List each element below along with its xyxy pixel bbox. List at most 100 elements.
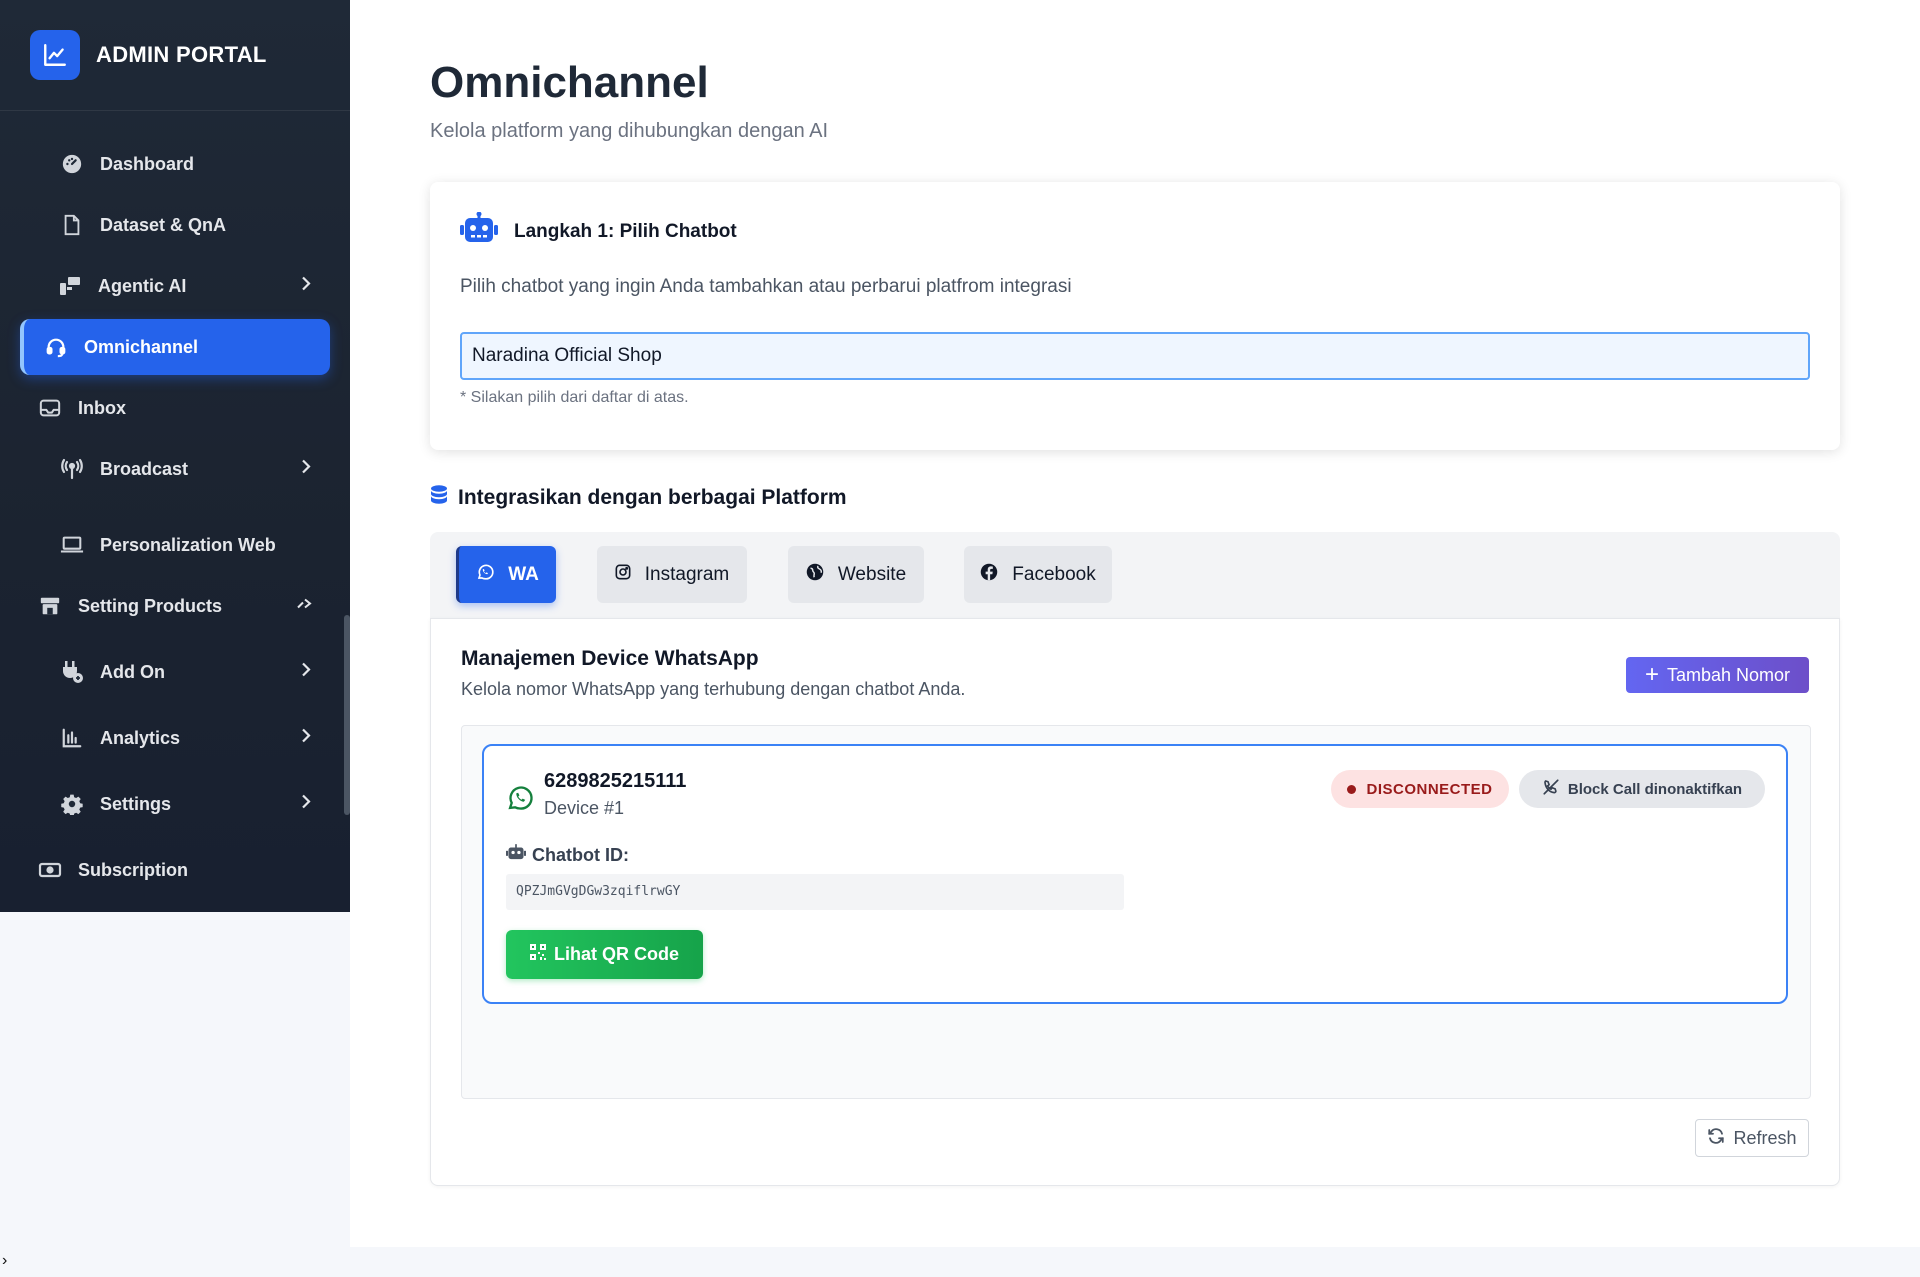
status-dot-icon [1347,784,1357,794]
sidebar-item-label: Inbox [78,397,126,418]
tab-label: WA [508,563,539,585]
sidebar-item-setting-products[interactable]: Setting Products [20,578,330,634]
refresh-icon [1707,1127,1725,1150]
step1-header: Langkah 1: Pilih Chatbot [460,211,737,251]
refresh-label: Refresh [1733,1127,1797,1148]
status-text: DISCONNECTED [1366,780,1493,798]
sidebar-item-add-on[interactable]: Add On [20,644,330,700]
headset-icon [44,335,68,359]
sidebar-item-label: Dashboard [100,153,195,174]
money-icon [38,858,62,882]
tab-label: Website [837,563,907,585]
view-qr-button[interactable]: Lihat QR Code [506,930,703,979]
step1-title: Langkah 1: Pilih Chatbot [514,220,737,242]
refresh-button[interactable]: Refresh [1695,1119,1809,1157]
phone-slash-icon [1542,778,1560,800]
sidebar-item-label: Personalization Web [100,534,276,555]
brand[interactable]: ADMIN PORTAL [0,0,350,111]
database-icon [430,485,448,511]
integration-title-text: Integrasikan dengan berbagai Platform [458,486,847,509]
whatsapp-title: Manajemen Device WhatsApp [461,647,759,670]
facebook-icon [980,563,998,587]
tab-wa[interactable]: WA [456,546,556,603]
whatsapp-subtitle: Kelola nomor WhatsApp yang terhubung den… [461,679,966,699]
view-qr-label: Lihat QR Code [554,944,679,964]
tab-label: Facebook [1012,563,1096,585]
laptop-icon [60,533,84,557]
device-name: Device #1 [544,798,625,818]
chevron-right-icon [300,662,312,683]
block-call-badge[interactable]: Block Call dinonaktifkan [1519,770,1765,808]
robot-icon [460,211,498,251]
sidebar-item-label: Settings [100,793,172,814]
brand-title: ADMIN PORTAL [96,42,267,67]
block-call-text: Block Call dinonaktifkan [1567,780,1743,798]
sidebar-item-broadcast[interactable]: Broadcast [20,441,330,497]
instagram-icon [615,564,631,586]
globe-icon [806,563,824,587]
sidebar-item-dataset[interactable]: Dataset & QnA [20,197,330,253]
sidebar-item-agentic-ai[interactable]: Agentic AI [20,258,330,314]
sidebar-item-label: Omnichannel [84,336,199,357]
page-subtitle: Kelola platform yang dihubungkan dengan … [430,120,829,142]
main-content: Omnichannel Kelola platform yang dihubun… [350,0,1920,1247]
chatbot-id-value: QPZJmGVgDGw3zqiflrwGY [506,874,1124,910]
sidebar-item-omnichannel[interactable]: Omnichannel [20,319,330,375]
sidebar: ADMIN PORTAL Dashboard Dataset & QnA Age… [0,0,350,912]
device-list: 6289825215111 Device #1 DISCONNECTED Blo… [461,725,1811,1099]
page-title: Omnichannel [430,58,709,107]
bar-chart-icon [60,726,84,750]
chatbot-id-label: Chatbot ID: [506,844,629,866]
chevron-right-icon [300,728,312,749]
tab-website[interactable]: Website [788,546,924,603]
sidebar-nav: Dashboard Dataset & QnA Agentic AI Omnic… [0,111,350,898]
sidebar-item-label: Subscription [78,859,189,880]
broadcast-icon [60,457,84,481]
step1-description: Pilih chatbot yang ingin Anda tambahkan … [460,276,1072,297]
gear-icon [60,792,84,816]
chatbot-select[interactable]: Naradina Official Shop [460,332,1810,380]
sidebar-item-settings[interactable]: Settings [20,776,330,832]
plus-icon: + [1644,661,1659,688]
chevron-right-icon [296,596,312,617]
step1-card: Langkah 1: Pilih Chatbot Pilih chatbot y… [430,182,1840,450]
store-icon [38,594,62,618]
gauge-icon [60,152,84,176]
status-badge: DISCONNECTED [1331,770,1509,808]
sidebar-item-label: Analytics [100,727,181,748]
chevron-right-icon [300,459,312,480]
chevron-right-icon [300,794,312,815]
chevron-right-icon[interactable]: › [2,1252,7,1270]
add-number-button[interactable]: + Tambah Nomor [1626,657,1809,693]
add-number-label: Tambah Nomor [1666,664,1791,685]
sidebar-item-personalization-web[interactable]: Personalization Web [20,517,330,573]
device-number: 6289825215111 [544,770,687,792]
inbox-icon [38,396,62,420]
agent-icon [58,274,82,298]
integration-title: Integrasikan dengan berbagai Platform [430,485,847,511]
tab-label: Instagram [644,563,730,585]
chevron-right-icon [300,276,312,297]
tab-instagram[interactable]: Instagram [597,546,747,603]
sidebar-item-label: Add On [100,661,165,682]
chart-line-icon [30,30,80,80]
sidebar-item-label: Broadcast [100,458,189,479]
sidebar-item-label: Agentic AI [98,275,187,296]
device-card: 6289825215111 Device #1 DISCONNECTED Blo… [482,744,1788,1004]
sidebar-item-dashboard[interactable]: Dashboard [20,136,330,192]
whatsapp-icon [476,563,494,587]
tab-facebook[interactable]: Facebook [964,546,1112,603]
whatsapp-panel: Manajemen Device WhatsApp Kelola nomor W… [430,618,1840,1186]
sidebar-item-label: Setting Products [78,595,223,616]
sidebar-item-inbox[interactable]: Inbox [20,380,330,436]
qrcode-icon [530,944,546,965]
robot-icon [506,844,526,866]
platform-tabs: WA Instagram Website Facebook [430,532,1840,618]
sidebar-item-analytics[interactable]: Analytics [20,710,330,766]
plug-icon [60,660,84,684]
chatbot-id-label-text: Chatbot ID: [532,844,629,865]
select-hint: * Silakan pilih dari daftar di atas. [460,389,689,406]
sidebar-item-subscription[interactable]: Subscription [20,842,330,898]
whatsapp-icon [506,784,534,817]
file-icon [60,213,84,237]
